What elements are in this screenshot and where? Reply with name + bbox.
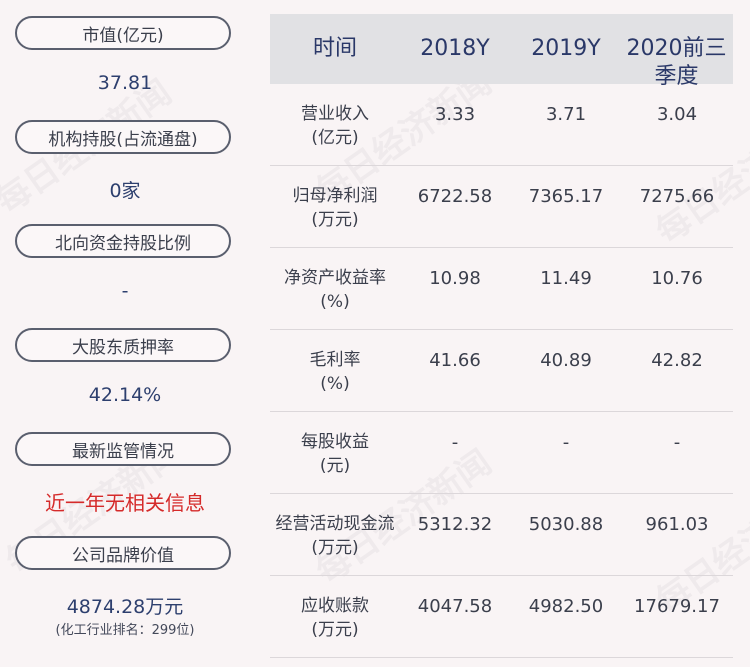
cell-2018: 4047.58 (417, 596, 493, 617)
table-row: 净资产收益率 (%) 10.98 11.49 10.76 (270, 248, 733, 330)
cell-2020q3: - (673, 432, 681, 453)
cell-2020q3: 17679.17 (634, 596, 720, 617)
header-2019: 2019Y (531, 36, 601, 61)
northbound-ratio-value: - (121, 280, 129, 302)
cell-2018: 6722.58 (417, 186, 493, 207)
cell-2020q3: 3.04 (656, 104, 698, 125)
row-label: 归母净利润 (万元) (292, 186, 378, 230)
row-label: 毛利率 (%) (309, 350, 361, 394)
cell-2018: 41.66 (429, 350, 481, 371)
institutional-holdings-label: 机构持股(占流通盘) (15, 120, 231, 154)
table-row: 应收账款 (万元) 4047.58 4982.50 17679.17 (270, 576, 733, 658)
pledge-ratio-value: 42.14% (88, 384, 162, 406)
financial-table: 时间 2018Y 2019Y 2020前三季度 营业收入 (亿元) 3.33 3.… (270, 14, 733, 658)
row-label: 经营活动现金流 (万元) (275, 514, 395, 558)
table-row: 经营活动现金流 (万元) 5312.32 5030.88 961.03 (270, 494, 733, 576)
market-cap-label: 市值(亿元) (15, 16, 231, 50)
table-row: 毛利率 (%) 41.66 40.89 42.82 (270, 330, 733, 412)
cell-2018: 3.33 (434, 104, 476, 125)
brand-value-value: 4874.28万元 (66, 596, 184, 618)
brand-value-rank: (化工行业排名：299位) (55, 623, 195, 638)
table-row: 归母净利润 (万元) 6722.58 7365.17 7275.66 (270, 166, 733, 248)
cell-2020q3: 961.03 (645, 514, 709, 535)
market-cap-value: 37.81 (97, 72, 153, 94)
table-row: 每股收益 (元) - - - (270, 412, 733, 494)
regulatory-status-value: 近一年无相关信息 (45, 491, 205, 515)
cell-2020q3: 7275.66 (639, 186, 715, 207)
row-label: 净资产收益率 (%) (284, 268, 386, 312)
pledge-ratio-label: 大股东质押率 (15, 328, 231, 362)
header-2020q3: 2020前三季度 (626, 36, 727, 89)
regulatory-status-label: 最新监管情况 (15, 432, 231, 466)
cell-2019: 4982.50 (528, 596, 604, 617)
header-2018: 2018Y (420, 36, 490, 61)
row-label: 每股收益 (元) (301, 432, 369, 476)
cell-2018: 10.98 (429, 268, 481, 289)
brand-value-label: 公司品牌价值 (15, 536, 231, 570)
cell-2019: 40.89 (540, 350, 592, 371)
cell-2018: 5312.32 (417, 514, 493, 535)
left-panel: 市值(亿元) 37.81 机构持股(占流通盘) 0家 北向资金持股比例 - 大股… (0, 0, 252, 667)
cell-2020q3: 10.76 (651, 268, 703, 289)
northbound-ratio-label: 北向资金持股比例 (15, 224, 231, 258)
cell-2020q3: 42.82 (651, 350, 703, 371)
cell-2019: 5030.88 (528, 514, 604, 535)
institutional-holdings-value: 0家 (109, 180, 141, 202)
row-label: 营业收入 (亿元) (301, 104, 369, 148)
header-period: 时间 (312, 36, 357, 61)
cell-2019: 11.49 (540, 268, 592, 289)
cell-2019: 3.71 (545, 104, 587, 125)
table-row: 营业收入 (亿元) 3.33 3.71 3.04 (270, 84, 733, 166)
table-header: 时间 2018Y 2019Y 2020前三季度 (270, 14, 733, 89)
row-label: 应收账款 (万元) (301, 596, 369, 640)
cell-2018: - (451, 432, 459, 453)
cell-2019: 7365.17 (528, 186, 604, 207)
cell-2019: - (562, 432, 570, 453)
